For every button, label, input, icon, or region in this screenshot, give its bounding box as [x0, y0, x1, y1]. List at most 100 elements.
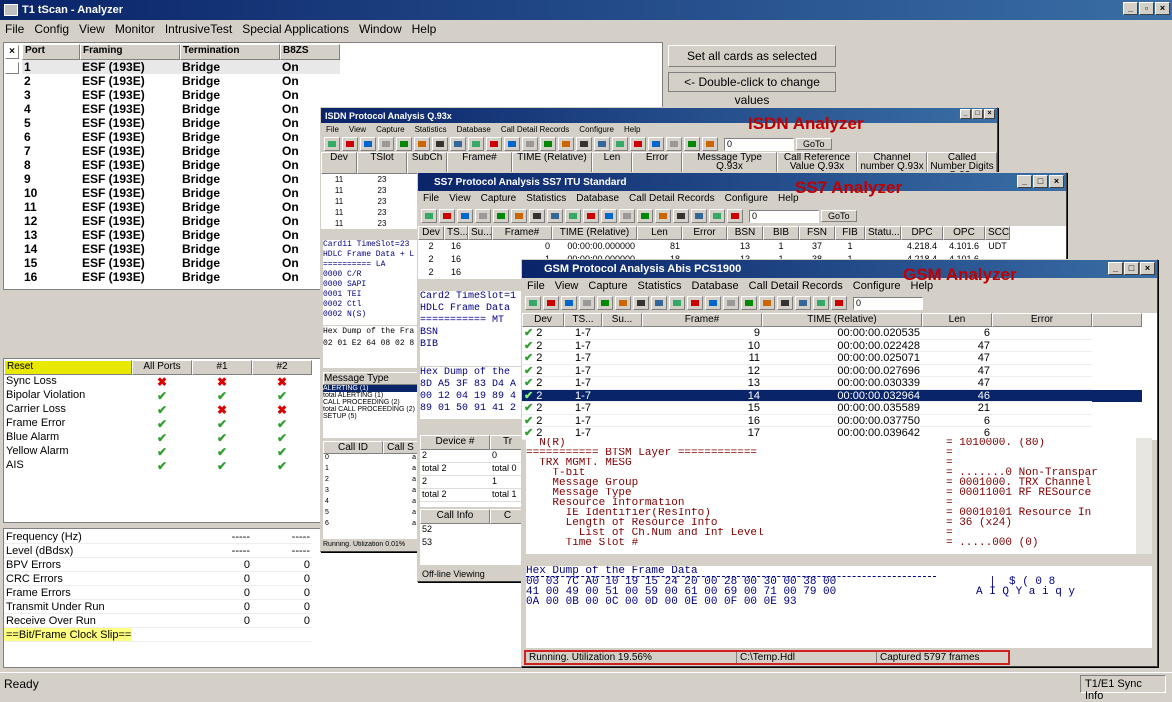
toolbar-icon[interactable] — [684, 137, 700, 151]
port-cell[interactable]: Bridge — [180, 242, 280, 256]
toolbar-icon[interactable] — [601, 209, 617, 223]
ss7-cell[interactable]: UDT — [985, 240, 1010, 253]
gsm-dev-cell[interactable]: ✔ 2 — [522, 415, 564, 427]
port-cell[interactable]: ESF (193E) — [80, 102, 180, 116]
gsm-cell[interactable]: 9 — [642, 327, 762, 340]
toolbar-icon[interactable] — [673, 209, 689, 223]
ss7-col-header[interactable]: TS... — [444, 226, 468, 240]
gsm-dev-cell[interactable]: ✔ 2 — [522, 340, 564, 352]
isdn-dev-cell[interactable]: 11 — [321, 207, 357, 218]
menu-statistics[interactable]: Statistics — [410, 125, 452, 134]
toolbar-icon[interactable] — [612, 137, 628, 151]
port-cell[interactable]: 15 — [22, 256, 80, 270]
toolbar-icon[interactable] — [396, 137, 412, 151]
isdn-msg-row[interactable]: CALL PROCEEDING (2) — [323, 399, 418, 406]
port-cell[interactable]: Bridge — [180, 256, 280, 270]
ss7-call-id[interactable]: 52 — [420, 524, 490, 537]
toolbar-icon[interactable] — [702, 137, 718, 151]
ss7-col-header[interactable]: Statu... — [865, 226, 901, 240]
isdn-cell[interactable]: 23 — [357, 185, 407, 196]
toolbar-icon[interactable] — [543, 296, 559, 310]
isdn-msg-row[interactable]: SETUP (5) — [323, 413, 418, 420]
isdn-col-header[interactable]: Channel number Q.93x — [857, 152, 927, 174]
toolbar-icon[interactable] — [648, 137, 664, 151]
gsm-cell[interactable]: 6 — [922, 415, 992, 427]
ss7-col-header[interactable]: SCCP — [985, 226, 1010, 240]
menu-window[interactable]: Window — [354, 22, 407, 36]
toolbar-icon[interactable] — [565, 209, 581, 223]
close-button[interactable]: × — [1155, 2, 1170, 15]
toolbar-icon[interactable] — [504, 137, 520, 151]
set-all-cards-button[interactable]: Set all cards as selected — [668, 45, 836, 67]
toolbar-icon[interactable] — [777, 296, 793, 310]
toolbar-icon[interactable] — [486, 137, 502, 151]
ss7-cell[interactable] — [865, 240, 901, 253]
minimize-button[interactable]: _ — [1123, 2, 1138, 15]
menu-special-applications[interactable]: Special Applications — [237, 22, 354, 36]
ss7-cell[interactable]: 16 — [444, 240, 468, 253]
toolbar-icon[interactable] — [414, 137, 430, 151]
gsm-cell[interactable]: 1-7 — [564, 415, 602, 427]
ss7-cell[interactable]: 13 — [727, 240, 763, 253]
toolbar-icon[interactable] — [540, 137, 556, 151]
gsm-close[interactable]: × — [1140, 262, 1155, 275]
isdn-call-id[interactable]: 4 — [323, 498, 383, 509]
port-cell[interactable]: Bridge — [180, 186, 280, 200]
gsm-cell[interactable]: 00:00:00.037750 — [762, 415, 922, 427]
gsm-col-header[interactable]: TIME (Relative) — [762, 313, 922, 327]
gsm-cell[interactable] — [992, 402, 1092, 415]
toolbar-icon[interactable] — [525, 296, 541, 310]
isdn-call-id[interactable]: 0 — [323, 454, 383, 465]
toolbar-icon[interactable] — [547, 209, 563, 223]
isdn-msg-row[interactable]: total ALERTING (1) — [323, 392, 418, 399]
menu-file[interactable]: File — [321, 125, 344, 134]
toolbar-icon[interactable] — [655, 209, 671, 223]
gsm-cell[interactable]: 10 — [642, 340, 762, 352]
port-cell[interactable]: Bridge — [180, 74, 280, 88]
isdn-dev-cell[interactable]: 11 — [321, 185, 357, 196]
port-cell[interactable]: 4 — [22, 102, 80, 116]
menu-statistics[interactable]: Statistics — [521, 193, 571, 204]
gsm-col-header[interactable]: Error — [992, 313, 1092, 327]
gsm-cell[interactable]: 6 — [922, 327, 992, 340]
port-panel-pin[interactable] — [5, 62, 19, 74]
gsm-cell[interactable] — [602, 402, 642, 415]
isdn-col-header[interactable]: Called Number Digits Q.93x — [927, 152, 997, 174]
gsm-cell[interactable] — [992, 389, 1092, 402]
toolbar-icon[interactable] — [511, 209, 527, 223]
gsm-cell[interactable]: 1-7 — [564, 365, 602, 377]
alarm-col-header[interactable]: All Ports — [132, 360, 192, 375]
port-cell[interactable]: ESF (193E) — [80, 116, 180, 130]
port-cell[interactable]: Bridge — [180, 130, 280, 144]
goto-input[interactable]: 0 — [749, 209, 819, 223]
menu-capture[interactable]: Capture — [583, 280, 632, 292]
port-cell[interactable]: 5 — [22, 116, 80, 130]
ss7-col-header[interactable]: FSN — [799, 226, 835, 240]
toolbar-icon[interactable] — [633, 296, 649, 310]
port-cell[interactable]: On — [280, 60, 340, 74]
toolbar-icon[interactable] — [450, 137, 466, 151]
toolbar-icon[interactable] — [831, 296, 847, 310]
port-cell[interactable]: ESF (193E) — [80, 88, 180, 102]
port-cell[interactable]: ESF (193E) — [80, 256, 180, 270]
toolbar-icon[interactable] — [342, 137, 358, 151]
toolbar-icon[interactable] — [360, 137, 376, 151]
menu-configure[interactable]: Configure — [848, 280, 906, 292]
ss7-cell[interactable]: 16 — [444, 266, 468, 279]
toolbar-icon[interactable] — [813, 296, 829, 310]
gsm-cell[interactable] — [602, 352, 642, 365]
toolbar-icon[interactable] — [597, 296, 613, 310]
port-cell[interactable]: ESF (193E) — [80, 172, 180, 186]
port-cell[interactable]: 7 — [22, 144, 80, 158]
menu-file[interactable]: File — [522, 280, 550, 292]
ss7-cell[interactable]: 0 — [492, 240, 552, 253]
port-cell[interactable]: ESF (193E) — [80, 270, 180, 284]
port-cell[interactable]: 10 — [22, 186, 80, 200]
isdn-call-id[interactable]: 2 — [323, 476, 383, 487]
isdn-msg-row[interactable]: total CALL PROCEEDING (2) — [323, 406, 418, 413]
isdn-call-header[interactable]: Call ID — [323, 441, 383, 454]
port-cell[interactable]: 13 — [22, 228, 80, 242]
gsm-cell[interactable]: 1-7 — [564, 352, 602, 365]
ss7-call-header[interactable]: C — [490, 509, 525, 524]
alarm-col-header[interactable]: #2 — [252, 360, 312, 375]
